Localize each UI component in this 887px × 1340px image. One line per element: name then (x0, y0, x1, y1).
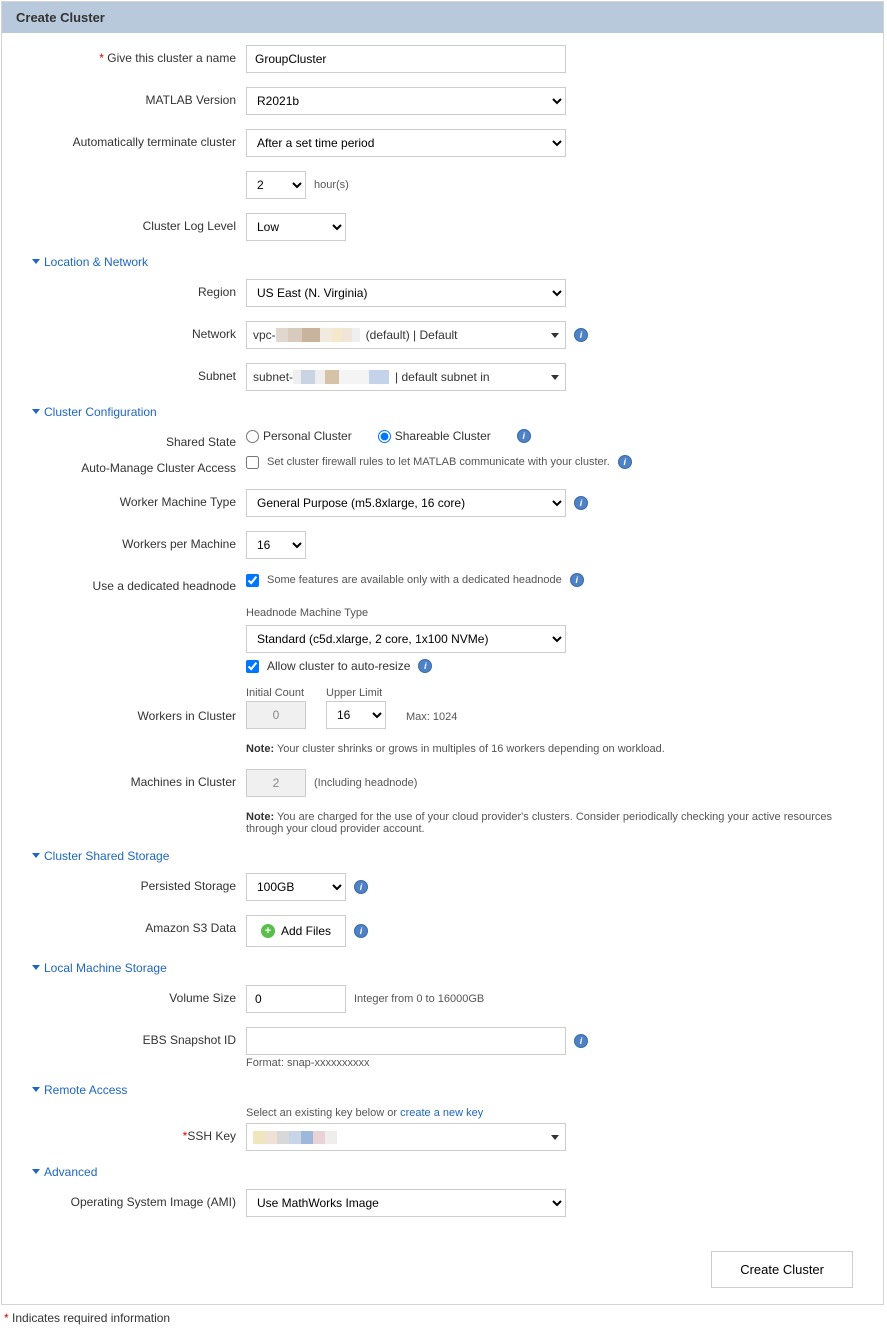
autoresize-checkbox[interactable] (246, 660, 259, 673)
info-icon[interactable]: i (570, 573, 584, 587)
shared-state-label: Shared State (32, 429, 246, 449)
create-cluster-panel: Create Cluster * Give this cluster a nam… (1, 1, 884, 1305)
info-icon[interactable]: i (574, 328, 588, 342)
workers-per-select[interactable]: 16 (246, 531, 306, 559)
radio-personal[interactable]: Personal Cluster (246, 429, 352, 443)
info-icon[interactable]: i (517, 429, 531, 443)
ssh-hint: Select an existing key below or create a… (246, 1107, 483, 1119)
initial-count-label: Initial Count (246, 687, 306, 699)
volume-size-input[interactable] (246, 985, 346, 1013)
persisted-storage-label: Persisted Storage (32, 873, 246, 893)
info-icon[interactable]: i (574, 496, 588, 510)
volume-size-label: Volume Size (32, 985, 246, 1005)
region-select[interactable]: US East (N. Virginia) (246, 279, 566, 307)
auto-manage-text: Set cluster firewall rules to let MATLAB… (267, 456, 610, 468)
network-select[interactable]: vpc- (default) | Default (246, 321, 566, 349)
machines-label: Machines in Cluster (32, 769, 246, 789)
dedicated-text: Some features are available only with a … (267, 574, 562, 586)
note-charge: Note: You are charged for the use of you… (246, 811, 853, 835)
ami-label: Operating System Image (AMI) (32, 1189, 246, 1209)
machines-hint: (Including headnode) (314, 777, 417, 789)
dedicated-headnode-checkbox[interactable] (246, 574, 259, 587)
headnode-type-select[interactable]: Standard (c5d.xlarge, 2 core, 1x100 NVMe… (246, 625, 566, 653)
workers-cluster-label: Workers in Cluster (32, 687, 246, 723)
ebs-input[interactable] (246, 1027, 566, 1055)
chevron-down-icon (551, 375, 559, 380)
autoresize-text: Allow cluster to auto-resize (267, 659, 410, 673)
persisted-storage-select[interactable]: 100GB (246, 873, 346, 901)
volume-hint: Integer from 0 to 16000GB (354, 993, 484, 1005)
terminate-select[interactable]: After a set time period (246, 129, 566, 157)
section-location-network[interactable]: Location & Network (32, 255, 853, 269)
terminate-label: Automatically terminate cluster (32, 129, 246, 149)
chevron-down-icon (551, 1135, 559, 1140)
chevron-down-icon (32, 409, 40, 414)
ssh-key-select[interactable] (246, 1123, 566, 1151)
cluster-name-input[interactable] (246, 45, 566, 73)
ebs-label: EBS Snapshot ID (32, 1027, 246, 1047)
info-icon[interactable]: i (618, 455, 632, 469)
info-icon[interactable]: i (418, 659, 432, 673)
auto-manage-checkbox[interactable] (246, 456, 259, 469)
info-icon[interactable]: i (354, 924, 368, 938)
log-level-label: Cluster Log Level (32, 213, 246, 233)
headnode-type-label: Headnode Machine Type (246, 607, 368, 619)
ebs-hint: Format: snap-xxxxxxxxxx (246, 1057, 369, 1069)
info-icon[interactable]: i (354, 880, 368, 894)
add-files-button[interactable]: + Add Files (246, 915, 346, 947)
log-level-select[interactable]: Low (246, 213, 346, 241)
section-cluster-config[interactable]: Cluster Configuration (32, 405, 853, 419)
worker-type-select[interactable]: General Purpose (m5.8xlarge, 16 core) (246, 489, 566, 517)
note-resize: Note: Your cluster shrinks or grows in m… (246, 743, 665, 755)
cluster-name-label: * Give this cluster a name (32, 45, 246, 65)
chevron-down-icon (32, 1169, 40, 1174)
create-cluster-button[interactable]: Create Cluster (711, 1251, 853, 1288)
chevron-down-icon (32, 965, 40, 970)
section-shared-storage[interactable]: Cluster Shared Storage (32, 849, 853, 863)
create-key-link[interactable]: create a new key (400, 1107, 483, 1119)
matlab-version-label: MATLAB Version (32, 87, 246, 107)
terminate-hours-select[interactable]: 2 (246, 171, 306, 199)
plus-icon: + (261, 924, 275, 938)
matlab-version-select[interactable]: R2021b (246, 87, 566, 115)
upper-limit-label: Upper Limit (326, 687, 386, 699)
ami-select[interactable]: Use MathWorks Image (246, 1189, 566, 1217)
subnet-select[interactable]: subnet- | default subnet in (246, 363, 566, 391)
auto-manage-label: Auto-Manage Cluster Access (32, 455, 246, 475)
panel-title: Create Cluster (2, 2, 883, 33)
initial-count-input (246, 701, 306, 729)
dedicated-headnode-label: Use a dedicated headnode (32, 573, 246, 593)
chevron-down-icon (32, 853, 40, 858)
worker-type-label: Worker Machine Type (32, 489, 246, 509)
required-footer: * Indicates required information (4, 1311, 883, 1325)
section-remote-access[interactable]: Remote Access (32, 1083, 853, 1097)
chevron-down-icon (32, 259, 40, 264)
info-icon[interactable]: i (574, 1034, 588, 1048)
workers-per-label: Workers per Machine (32, 531, 246, 551)
chevron-down-icon (551, 333, 559, 338)
upper-limit-select[interactable]: 16 (326, 701, 386, 729)
machines-input (246, 769, 306, 797)
network-label: Network (32, 321, 246, 341)
s3-data-label: Amazon S3 Data (32, 915, 246, 935)
section-local-storage[interactable]: Local Machine Storage (32, 961, 853, 975)
chevron-down-icon (32, 1087, 40, 1092)
max-text: Max: 1024 (406, 711, 457, 729)
hours-suffix: hour(s) (314, 179, 349, 191)
region-label: Region (32, 279, 246, 299)
ssh-key-label: *SSH Key (32, 1123, 246, 1143)
radio-shareable[interactable]: Shareable Cluster (378, 429, 491, 443)
subnet-label: Subnet (32, 363, 246, 383)
section-advanced[interactable]: Advanced (32, 1165, 853, 1179)
